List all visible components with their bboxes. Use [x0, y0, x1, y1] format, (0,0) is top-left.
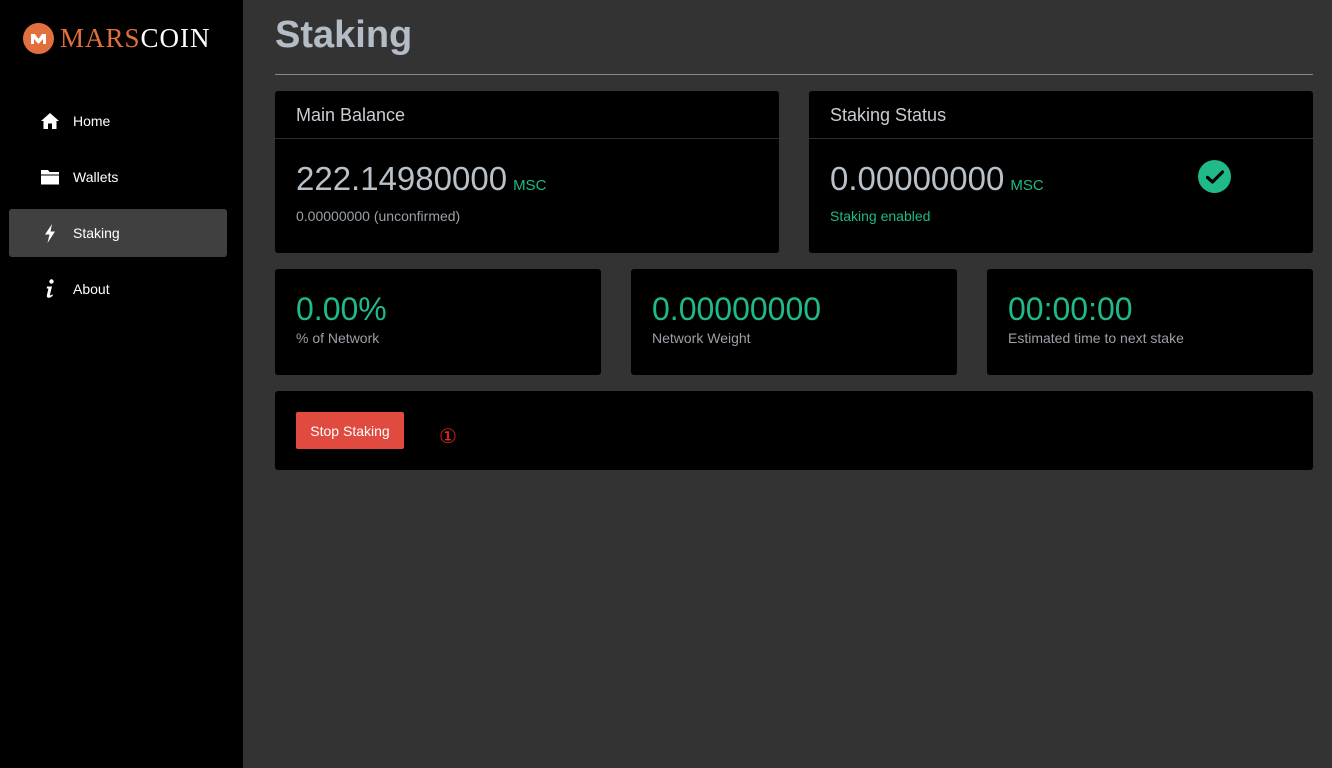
next-stake-label: Estimated time to next stake [1008, 330, 1184, 346]
sidebar: MARSCOIN Home Wallets Staking About [0, 0, 243, 768]
card-header: Main Balance [275, 91, 779, 139]
staking-status-text: Staking enabled [830, 208, 931, 224]
network-weight-value: 0.00000000 [652, 291, 822, 327]
main-balance-card: Main Balance 222.14980000 MSC 0.00000000 … [275, 91, 779, 253]
sidebar-item-wallets[interactable]: Wallets [9, 153, 227, 201]
main-balance-value: 222.14980000 [296, 160, 508, 197]
next-stake-card: 00:00:00 Estimated time to next stake [987, 269, 1313, 375]
sidebar-item-about[interactable]: About [9, 265, 227, 313]
network-percent-label: % of Network [296, 330, 380, 346]
sidebar-nav: Home Wallets Staking About [9, 97, 227, 321]
sidebar-item-label: Staking [73, 225, 120, 241]
network-weight-label: Network Weight [652, 330, 751, 346]
sidebar-item-home[interactable]: Home [9, 97, 227, 145]
network-weight-card: 0.00000000 Network Weight [631, 269, 957, 375]
home-icon [39, 111, 61, 131]
staking-unit: MSC [1010, 177, 1044, 194]
sidebar-item-label: Wallets [73, 169, 119, 185]
next-stake-value: 00:00:00 [1008, 291, 1133, 327]
staking-status-card: Staking Status 0.00000000 MSC Staking ena… [809, 91, 1313, 253]
page-title: Staking [275, 14, 413, 56]
title-divider [275, 74, 1313, 75]
network-percent-value: 0.00% [296, 291, 387, 327]
annotation-marker: ① [439, 426, 457, 448]
main-balance-value-row: 222.14980000 MSC [296, 159, 546, 206]
sidebar-item-label: About [73, 281, 110, 297]
app-window: MARSCOIN Home Wallets Staking About Stak… [0, 0, 1332, 768]
info-icon [39, 279, 61, 299]
logo-text-mars: MARS [60, 23, 141, 53]
staking-value: 0.00000000 [830, 160, 1005, 197]
network-percent-card: 0.00% % of Network [275, 269, 601, 375]
sidebar-item-label: Home [73, 113, 111, 129]
staking-value-row: 0.00000000 MSC [830, 159, 1044, 206]
logo: MARSCOIN [23, 22, 211, 54]
logo-text-coin: COIN [140, 23, 211, 53]
check-circle-icon [1198, 160, 1231, 193]
staking-actions-card: Stop Staking ① [275, 391, 1313, 470]
unconfirmed-balance: 0.00000000 (unconfirmed) [296, 208, 461, 224]
logo-text: MARSCOIN [60, 22, 211, 54]
card-header: Staking Status [809, 91, 1313, 139]
staking-status-title: Staking Status [830, 105, 947, 125]
marscoin-logo-icon [23, 22, 54, 54]
main-balance-unit: MSC [513, 177, 547, 194]
sidebar-item-staking[interactable]: Staking [9, 209, 227, 257]
lightning-icon [39, 223, 61, 243]
stop-staking-button[interactable]: Stop Staking [296, 412, 404, 449]
folder-icon [39, 167, 61, 187]
main-balance-title: Main Balance [296, 105, 406, 125]
